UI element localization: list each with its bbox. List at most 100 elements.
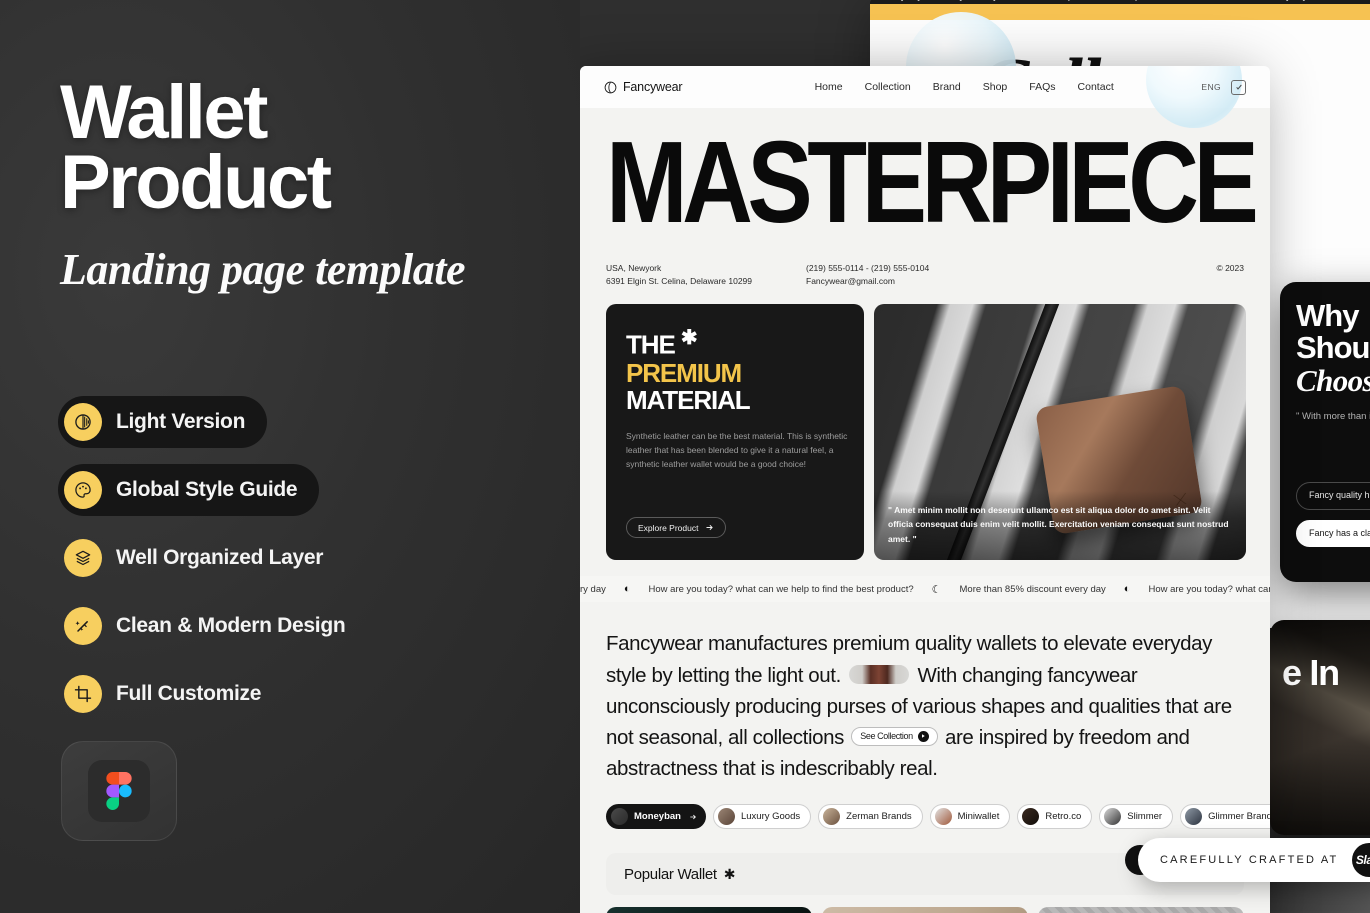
promo-line-2: PREMIUM <box>626 357 742 388</box>
nav-link-contact[interactable]: Contact <box>1078 81 1114 93</box>
brand-logo[interactable]: Fancywear <box>604 80 683 94</box>
feature-label-0: Light Version <box>116 410 246 433</box>
background-why-choose-card: Why Shou Choos " With more than in vario… <box>1280 282 1370 582</box>
background-why-line3: Choos <box>1296 363 1370 399</box>
brand-chip-miniwallet[interactable]: Miniwallet <box>929 804 1011 830</box>
fancywear-mark-icon <box>604 81 617 93</box>
marquee-item-2: More than 85% discount every day <box>959 583 1106 595</box>
asterisk-icon-popular: ✱ <box>723 865 736 882</box>
brand-chip-label-1: Luxury Goods <box>740 811 801 823</box>
landing-page-mockup: Fancywear Home Collection Brand Shop FAQ… <box>580 66 1270 913</box>
brand-avatar-miniwallet <box>934 808 952 826</box>
feature-item-full-customize[interactable]: Full Customize <box>58 668 283 720</box>
feature-item-global-style-guide[interactable]: Global Style Guide <box>58 464 320 516</box>
hero-contact: (219) 555-0114 - (219) 555-0104 Fancywea… <box>806 262 1106 288</box>
navbar-right-controls: ENG <box>1201 79 1246 95</box>
product-card-tan[interactable] <box>822 907 1028 913</box>
nav-link-shop[interactable]: Shop <box>983 81 1008 93</box>
promo-line-1: THE ✱ <box>626 328 844 359</box>
background-photo-title: e In <box>1282 652 1340 693</box>
feature-label-3: Clean & Modern Design <box>116 614 346 637</box>
marquee-item-0: ry day <box>580 583 606 595</box>
background-why-body: " With more than in various countr with … <box>1296 410 1370 422</box>
hero-copyright: © 2023 <box>1216 263 1244 273</box>
nav-link-home[interactable]: Home <box>815 81 843 93</box>
play-circle-icon <box>917 730 929 742</box>
hero-cards-row: THE ✱ PREMIUM MATERIAL Synthetic leather… <box>580 288 1270 561</box>
brand-chip-label-3: Miniwallet <box>957 811 1000 823</box>
magic-wand-icon <box>64 607 102 645</box>
premium-material-card: THE ✱ PREMIUM MATERIAL Synthetic leather… <box>606 304 864 561</box>
palette-icon <box>64 471 102 509</box>
intro-paragraph: Fancywear manufactures premium quality w… <box>580 602 1270 784</box>
product-card-gray[interactable] <box>1038 907 1244 913</box>
feature-label-4: Full Customize <box>116 682 262 705</box>
marquee-item-3: How are you today? what can we he <box>1148 583 1270 595</box>
feature-list: Light Version Global Style Guide Well Or… <box>58 396 518 736</box>
moon-icon: ☾ <box>931 583 942 596</box>
arrow-right-icon-chip <box>690 814 696 819</box>
feature-item-light-version[interactable]: Light Version <box>58 396 268 448</box>
explore-product-button[interactable]: Explore Product <box>626 517 727 539</box>
brand-chip-label-5: Slimmer <box>1127 811 1163 823</box>
explore-product-label: Explore Product <box>638 522 699 533</box>
background-why-pill-1: Fancy quality h for a long time <box>1296 482 1370 510</box>
left-title-line-2: Product <box>60 139 332 225</box>
brand-chip-label-0: Moneyban <box>634 811 681 823</box>
brand-avatar-slimmer <box>1104 808 1122 826</box>
contrast-icon <box>64 403 102 441</box>
slab-badge-text: CAREFULLY CRAFTED AT <box>1160 854 1339 866</box>
left-title-line-1: Wallet <box>60 70 269 155</box>
background-photo-card: e In " By 1998, t largely left Social po… <box>1270 620 1370 835</box>
brand-chip-moneyban[interactable]: Moneyban <box>606 804 706 830</box>
feature-label-2: Well Organized Layer <box>116 546 324 569</box>
promo-body: Synthetic leather can be the best materi… <box>626 430 848 469</box>
announcement-marquee: ry day ◐ How are you today? what can we … <box>580 576 1270 603</box>
screenshot-root: nt every day How are you today? what can… <box>0 0 1370 913</box>
crop-icon <box>64 675 102 713</box>
cart-icon[interactable] <box>1231 79 1246 95</box>
brand-avatar-moneyban <box>611 808 628 826</box>
hero-email[interactable]: Fancywear@gmail.com <box>806 275 1106 288</box>
figma-logo-icon <box>88 760 150 822</box>
hero-meta-row: USA, Newyork 6391 Elgin St. Celina, Dela… <box>606 262 1244 288</box>
language-selector[interactable]: ENG <box>1201 82 1221 92</box>
nav-link-collection[interactable]: Collection <box>865 81 911 93</box>
brand-avatar-glimmer-brands <box>1185 808 1203 826</box>
hero-section: MASTERPIECE USA, Newyork 6391 Elgin St. … <box>580 108 1270 288</box>
brand-chip-glimmer-brands[interactable]: Glimmer Brands <box>1180 804 1270 830</box>
brand-chip-zerman-brands[interactable]: Zerman Brands <box>818 804 923 830</box>
brand-chip-luxury-goods[interactable]: Luxury Goods <box>712 804 812 830</box>
promo-line-1-text: THE <box>626 330 676 360</box>
nav-link-faqs[interactable]: FAQs <box>1029 81 1055 93</box>
wallet-thumbnail <box>849 664 910 684</box>
see-collection-chip[interactable]: See Collection <box>851 726 938 747</box>
brand-avatar-luxury-goods <box>717 808 735 826</box>
hero-phone[interactable]: (219) 555-0114 - (219) 555-0104 <box>806 262 1106 275</box>
nav-link-brand[interactable]: Brand <box>933 81 961 93</box>
nav-links: Home Collection Brand Shop FAQs Contact <box>815 81 1114 93</box>
brand-chip-label-4: Retro.co <box>1045 811 1082 823</box>
figma-badge[interactable] <box>61 741 177 841</box>
feature-label-1: Global Style Guide <box>116 478 298 501</box>
feature-item-clean-modern-design[interactable]: Clean & Modern Design <box>58 600 367 652</box>
product-card-dark-teal[interactable] <box>606 907 812 913</box>
popular-wallet-title: Popular Wallet <box>624 865 717 883</box>
left-panel-heading-block: Wallet Product Landing page template <box>60 70 560 295</box>
arrow-right-icon <box>706 525 714 531</box>
half-moon-icon: ◐ <box>623 583 631 596</box>
brand-chip-retro-co[interactable]: Retro.co <box>1017 804 1093 830</box>
asterisk-icon: ✱ <box>680 327 698 350</box>
layers-icon <box>64 539 102 577</box>
promo-line-3: MATERIAL <box>626 385 751 416</box>
half-moon-icon-2: ◐ <box>1123 583 1131 596</box>
brand-chip-slimmer[interactable]: Slimmer <box>1099 804 1174 830</box>
background-why-line1: Why <box>1296 298 1359 333</box>
slab-badge[interactable]: CAREFULLY CRAFTED AT Slab! <box>1138 838 1370 882</box>
feature-item-well-organized-layer[interactable]: Well Organized Layer <box>58 532 345 584</box>
brand-avatar-zerman-brands <box>823 808 841 826</box>
marquee-item-1: How are you today? what can we help to f… <box>648 583 914 595</box>
photo-quote: " Amet minim mollit non deserunt ullamco… <box>874 491 1246 561</box>
site-navbar: Fancywear Home Collection Brand Shop FAQ… <box>580 66 1270 128</box>
brand-chip-label-2: Zerman Brands <box>846 811 912 823</box>
